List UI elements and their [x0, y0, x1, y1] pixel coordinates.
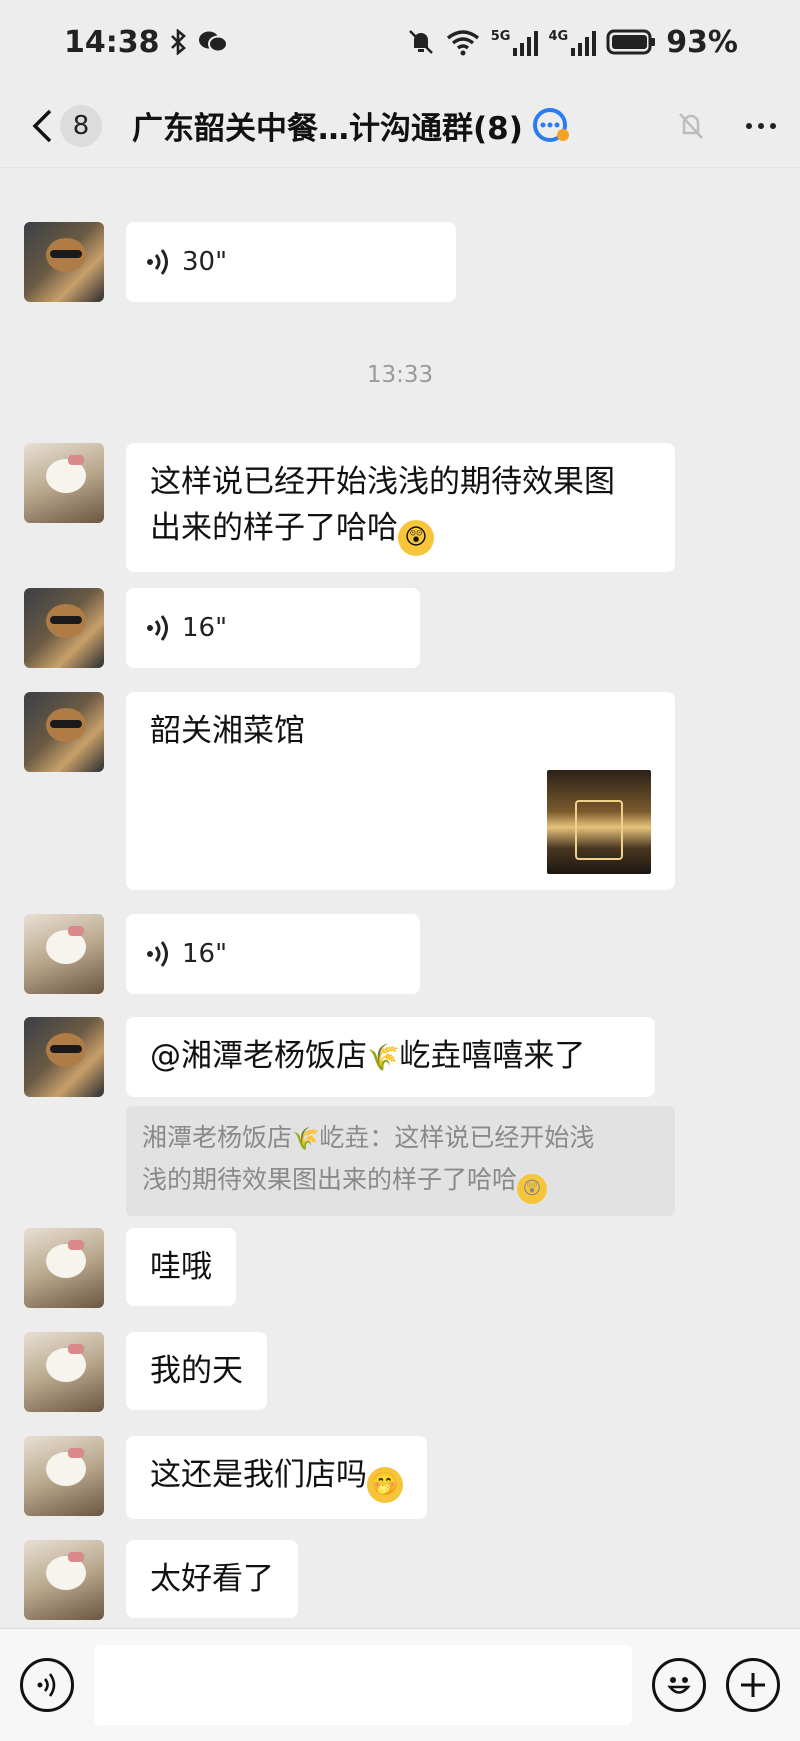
message-row: 太好看了 [24, 1540, 298, 1620]
chat-timestamp: 13:33 [366, 362, 434, 388]
rice-emoji-icon: 🌾 [292, 1127, 320, 1152]
unread-badge: 8 [60, 104, 102, 147]
bell-off-icon [408, 30, 433, 54]
message-row: 16" [24, 588, 420, 668]
signal-icon [513, 30, 539, 56]
avatar[interactable] [24, 1228, 104, 1308]
voice-wave-icon [147, 615, 168, 641]
chat-input-bar [0, 1628, 800, 1741]
avatar[interactable] [24, 443, 104, 523]
message-text-line: 这样说已经开始浅浅的期待效果图 [150, 464, 615, 500]
voice-wave-icon [147, 941, 168, 967]
bluetooth-icon [170, 29, 186, 55]
voice-input-button[interactable] [20, 1658, 74, 1712]
voice-duration: 30" [182, 247, 228, 277]
wechat-icon [198, 31, 228, 53]
message-text-line: 出来的样子了哈哈 [150, 510, 398, 546]
message-input[interactable] [94, 1645, 632, 1725]
wifi-icon [446, 30, 479, 56]
mention-name: @湘潭老杨饭店 [150, 1038, 367, 1074]
status-bar: 14:38 5G 4G 93% [0, 0, 800, 84]
chevron-left-icon [32, 109, 52, 142]
text-message[interactable]: 哇哦 [126, 1228, 236, 1306]
message-row: 我的天 [24, 1332, 267, 1412]
link-card-message[interactable]: 韶关湘菜馆 [126, 692, 675, 890]
chat-header: 8 广东韶关中餐…计沟通群(8) [0, 84, 800, 168]
voice-wave-icon [37, 1673, 56, 1697]
signal-icon-2 [571, 30, 597, 56]
more-icon [746, 122, 752, 129]
voice-message[interactable]: 30" [126, 222, 456, 302]
avatar[interactable] [24, 222, 104, 302]
voice-wave-icon [147, 249, 168, 275]
message-row: 这还是我们店吗 🤭 [24, 1436, 427, 1519]
thinking-emoji-icon: 🤭 [367, 1467, 403, 1503]
emoji-icon [667, 1677, 691, 1694]
text-message[interactable]: 这还是我们店吗 🤭 [126, 1436, 427, 1519]
quoted-message[interactable]: 湘潭老杨饭店🌾屹垚：这样说已经开始浅 浅的期待效果图出来的样子了哈哈 😲 [126, 1106, 675, 1216]
mention-message[interactable]: @湘潭老杨饭店🌾屹垚嘻嘻来了 [126, 1017, 655, 1097]
more-button[interactable] [746, 122, 776, 129]
text-message[interactable]: 太好看了 [126, 1540, 298, 1618]
rice-emoji-icon: 🌾 [367, 1043, 400, 1073]
message-row: 16" [24, 914, 420, 994]
surprised-emoji-icon: 😲 [398, 520, 434, 556]
voice-message[interactable]: 16" [126, 914, 420, 994]
avatar[interactable] [24, 1017, 104, 1097]
avatar[interactable] [24, 1540, 104, 1620]
emoji-button[interactable] [652, 1658, 706, 1712]
avatar[interactable] [24, 914, 104, 994]
quote-text: 屹垚：这样说已经开始浅 [319, 1123, 595, 1152]
chat-title: 广东韶关中餐…计沟通群(8) [132, 111, 523, 147]
message-text: 这还是我们店吗 [150, 1457, 367, 1493]
battery-percent: 93% [666, 24, 738, 60]
quote-text: 浅的期待效果图出来的样子了哈哈 [142, 1165, 518, 1194]
group-chat-icon [532, 107, 569, 142]
avatar[interactable] [24, 588, 104, 668]
message-text: 屹垚嘻嘻来了 [399, 1038, 586, 1074]
link-card-thumbnail [547, 770, 651, 874]
message-row: 这样说已经开始浅浅的期待效果图 出来的样子了哈哈 😲 [24, 443, 675, 572]
voice-duration: 16" [182, 939, 228, 969]
text-message[interactable]: 我的天 [126, 1332, 267, 1410]
message-row: 30" [24, 222, 456, 302]
voice-message[interactable]: 16" [126, 588, 420, 668]
status-time: 14:38 [64, 24, 160, 60]
avatar[interactable] [24, 692, 104, 772]
plus-icon [741, 1673, 765, 1697]
avatar[interactable] [24, 1436, 104, 1516]
surprised-emoji-icon: 😲 [517, 1174, 548, 1204]
plus-button[interactable] [726, 1658, 780, 1712]
message-row: 哇哦 [24, 1228, 236, 1308]
network-4g-label: 4G [548, 28, 569, 44]
link-card-title: 韶关湘菜馆 [150, 713, 305, 749]
back-button[interactable]: 8 [30, 104, 102, 147]
bell-muted-icon[interactable] [676, 110, 706, 142]
message-row: 韶关湘菜馆 [24, 692, 675, 890]
quote-author: 湘潭老杨饭店 [142, 1123, 293, 1152]
voice-duration: 16" [182, 613, 228, 643]
avatar[interactable] [24, 1332, 104, 1412]
network-5g-label: 5G [490, 28, 511, 44]
text-message[interactable]: 这样说已经开始浅浅的期待效果图 出来的样子了哈哈 😲 [126, 443, 675, 572]
battery-icon [606, 29, 656, 55]
message-row: @湘潭老杨饭店🌾屹垚嘻嘻来了 [24, 1017, 655, 1097]
